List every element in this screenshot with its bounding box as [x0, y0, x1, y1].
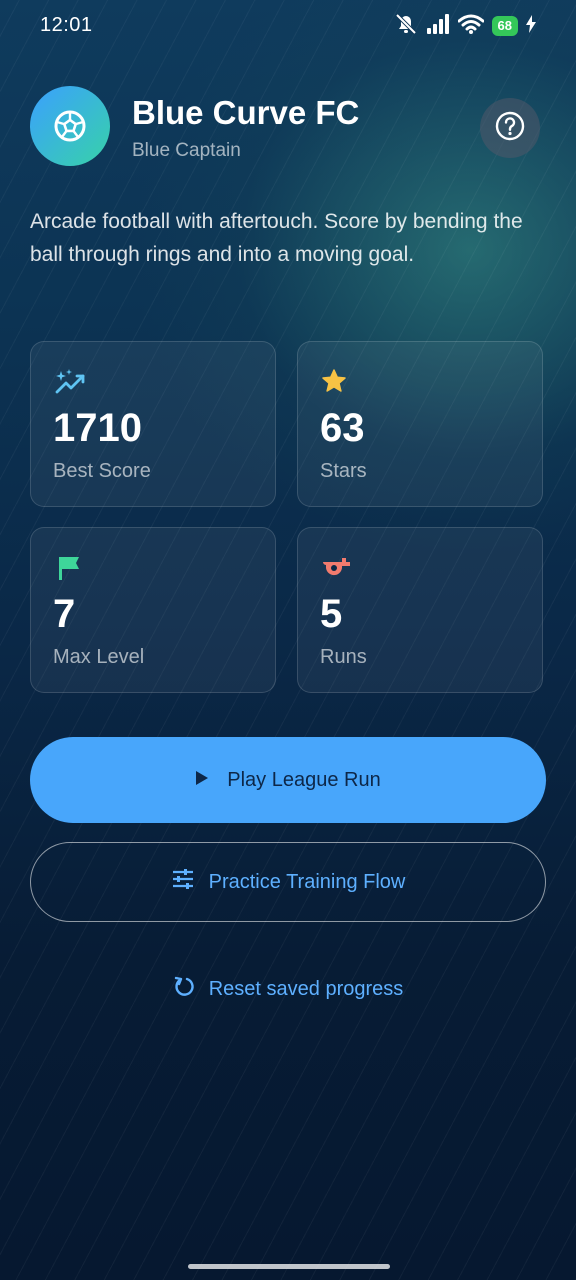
stat-value: 7 [53, 592, 76, 636]
play-icon [195, 769, 209, 792]
practice-button-label: Practice Training Flow [208, 870, 406, 893]
reset-button-label: Reset saved progress [208, 977, 404, 1000]
stat-label: Max Level [53, 646, 145, 668]
stat-label: Stars [320, 460, 367, 482]
practice-training-flow-button[interactable]: Practice Training Flow [30, 842, 546, 922]
soccer-ball-icon [30, 86, 110, 166]
stat-card-stars: 63 Stars [297, 341, 543, 507]
wifi-icon [457, 14, 485, 39]
help-button[interactable] [480, 98, 540, 158]
app-title: Blue Curve FC [132, 94, 360, 131]
star-icon [320, 368, 354, 396]
status-time: 12:01 [40, 14, 93, 36]
stat-card-runs: 5 Runs [297, 527, 543, 693]
refresh-icon [173, 975, 195, 1003]
status-icons: 68 [394, 13, 536, 40]
stat-value: 5 [320, 592, 343, 636]
stat-label: Runs [320, 646, 367, 668]
play-league-run-button[interactable]: Play League Run [30, 737, 546, 823]
stat-label: Best Score [53, 460, 151, 482]
sparkle-trend-icon [53, 368, 87, 396]
app-header: Blue Curve FC Blue Captain [30, 86, 546, 166]
game-description: Arcade football with aftertouch. Score b… [30, 210, 523, 266]
charging-icon [526, 14, 536, 38]
stat-value: 63 [320, 406, 365, 450]
stat-value: 1710 [53, 406, 142, 450]
stat-card-best-score: 1710 Best Score [30, 341, 276, 507]
app-subtitle: Blue Captain [132, 140, 241, 161]
status-bar: 12:01 68 [0, 0, 576, 52]
tune-icon [171, 868, 195, 896]
flag-icon [53, 554, 87, 582]
reset-progress-button[interactable]: Reset saved progress [0, 966, 576, 1012]
battery-icon: 68 [491, 16, 518, 36]
signal-icon [426, 13, 450, 39]
whistle-icon [320, 554, 354, 582]
home-indicator[interactable] [188, 1264, 390, 1269]
help-icon [494, 110, 526, 147]
stat-card-max-level: 7 Max Level [30, 527, 276, 693]
play-button-label: Play League Run [227, 768, 381, 791]
mute-icon [394, 13, 418, 40]
